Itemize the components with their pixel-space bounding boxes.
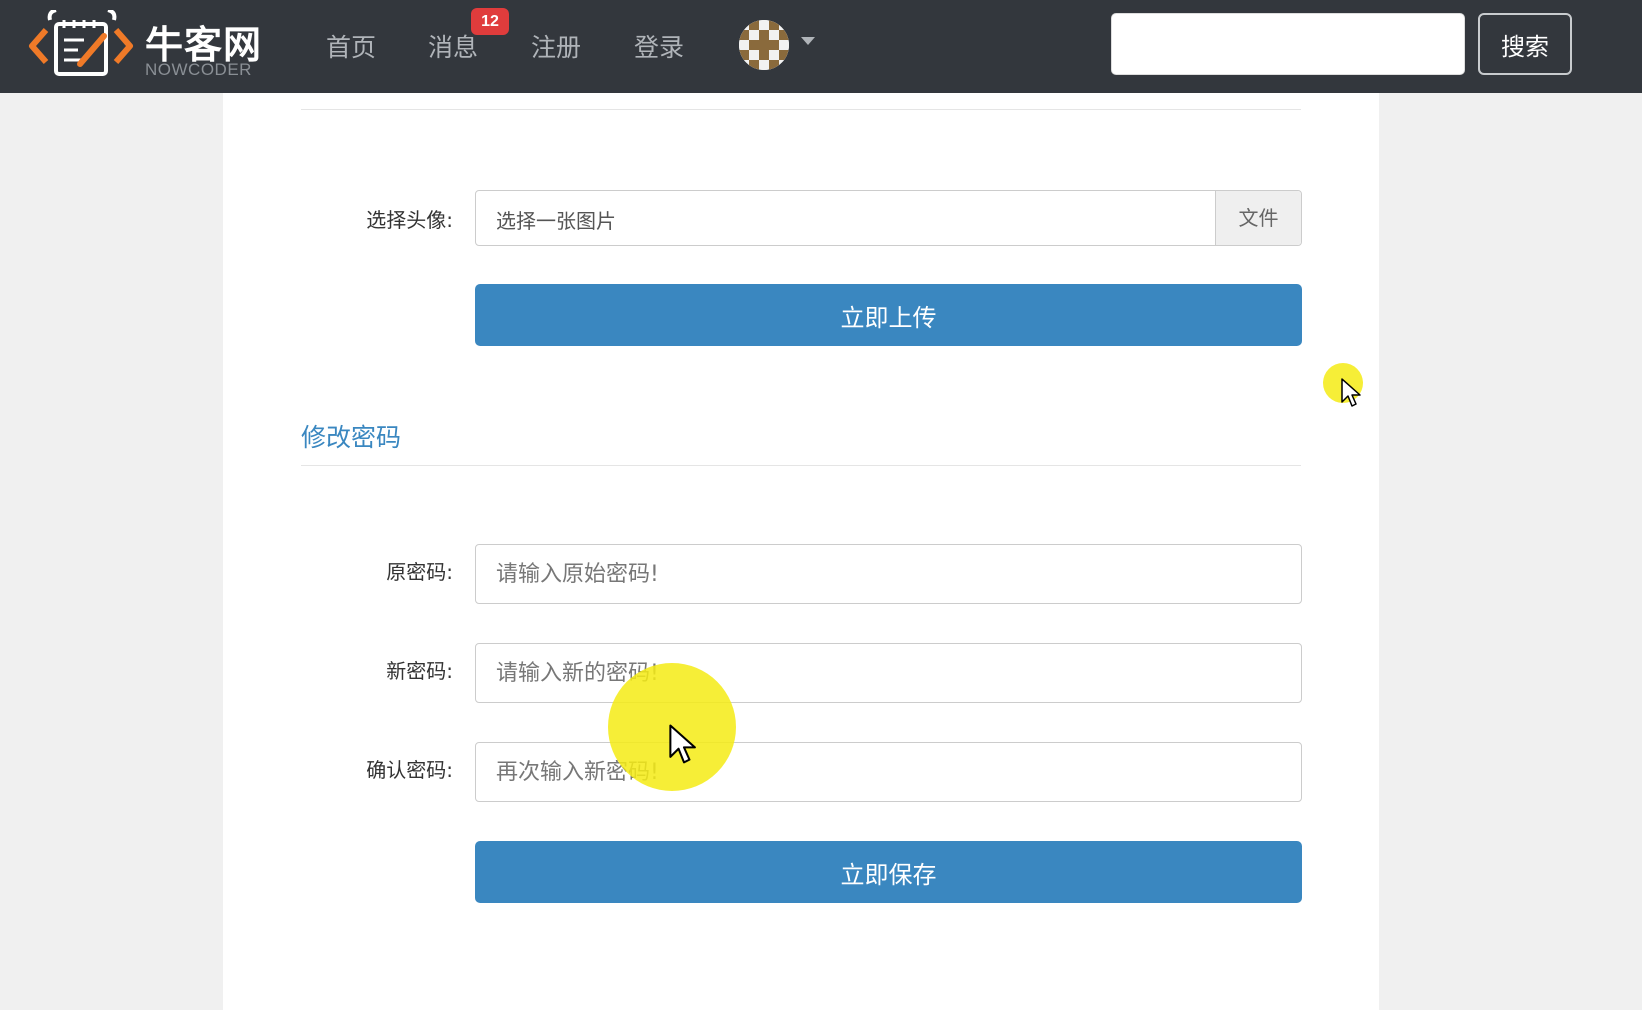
upload-button[interactable]: 立即上传 [475,284,1302,346]
confirm-password-label: 确认密码: [366,758,453,782]
nav-home[interactable]: 首页 [326,28,376,64]
mouse-pointer-icon [669,724,696,764]
site-logo[interactable]: 牛客网 NOWCODER [28,10,278,84]
file-browse-button[interactable]: 文件 [1215,191,1301,245]
search-input[interactable] [1111,13,1465,75]
change-password-heading: 修改密码 [301,423,402,452]
nowcoder-logo-icon [29,10,133,76]
mouse-pointer-icon [1341,378,1361,407]
file-placeholder: 选择一张图片 [496,209,616,233]
user-menu-caret-icon[interactable] [801,37,815,45]
save-password-button[interactable]: 立即保存 [475,841,1302,903]
section-divider [301,109,1301,110]
message-count-badge: 12 [471,8,509,35]
section-divider [301,465,1301,466]
nav-register[interactable]: 注册 [531,28,581,64]
avatar-label: 选择头像: [366,208,453,232]
avatar-file-picker[interactable]: 选择一张图片 文件 [475,190,1302,246]
old-password-input[interactable] [475,544,1302,604]
search-button[interactable]: 搜索 [1478,13,1572,75]
new-password-input[interactable] [475,643,1302,703]
brand-subtitle: NOWCODER [145,60,252,79]
settings-card: 选择头像: 选择一张图片 文件 立即上传 修改密码 原密码: 新密码: 确认密码… [223,93,1379,1010]
nav-messages[interactable]: 消息 [428,28,478,64]
pixel-avatar-icon [739,20,789,70]
confirm-password-input[interactable] [475,742,1302,802]
new-password-label: 新密码: [386,659,453,683]
nav-login[interactable]: 登录 [634,28,684,64]
top-navbar: 牛客网 NOWCODER 首页 消息 12 注册 登录 搜索 [0,0,1642,93]
old-password-label: 原密码: [386,560,453,584]
user-avatar[interactable] [739,20,789,70]
